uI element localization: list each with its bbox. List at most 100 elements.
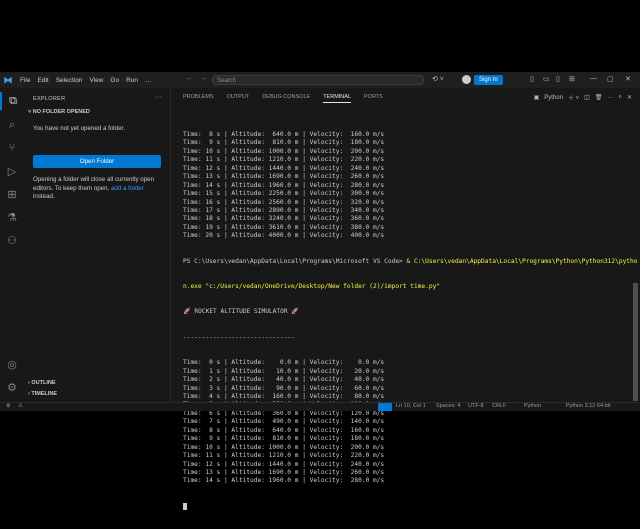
open-folder-button[interactable]: Open Folder xyxy=(33,155,161,168)
accounts-icon[interactable]: ◎ xyxy=(0,355,24,373)
menu-selection[interactable]: Selection xyxy=(56,77,83,84)
terminal-shell-label[interactable]: Python xyxy=(544,95,563,101)
menu-run[interactable]: Run xyxy=(126,77,138,84)
panel-more-icon[interactable]: ··· xyxy=(607,95,613,101)
terminal-command-line: PS C:\Users\vedan\AppData\Local\Programs… xyxy=(183,258,637,266)
more-actions-icon[interactable]: ··· xyxy=(155,94,162,101)
explorer-sidebar: EXPLORER ··· ˅ NO FOLDER OPENED You have… xyxy=(24,88,171,402)
terminal-line: Time: 13 s | Altitude: 1690.0 m | Veloci… xyxy=(183,173,385,181)
run-debug-icon[interactable]: ▷ xyxy=(0,162,24,180)
command-center-search[interactable]: Search xyxy=(212,75,424,85)
outline-section-header[interactable]: › OUTLINE xyxy=(28,380,56,386)
extensions-icon[interactable]: ⊞ xyxy=(0,185,24,203)
customize-layout-icon[interactable]: ⊞ xyxy=(569,75,575,83)
terminal-line: Time: 14 s | Altitude: 1960.0 m | Veloci… xyxy=(183,477,385,485)
add-folder-link[interactable]: add a folder xyxy=(111,185,144,192)
terminal-line: Time: 3 s | Altitude: 90.0 m | Velocity:… xyxy=(183,384,385,392)
close-icon[interactable]: ✕ xyxy=(625,75,631,83)
copilot-icon[interactable]: ⟲ ˅ xyxy=(432,75,444,83)
testing-icon[interactable]: ⚗ xyxy=(0,208,24,226)
close-panel-icon[interactable]: ✕ xyxy=(627,94,632,101)
tab-ports[interactable]: PORTS xyxy=(364,94,383,103)
panel-tabs: PROBLEMS OUTPUT DEBUG CONSOLE TERMINAL P… xyxy=(183,94,383,103)
terminal-shell-icon: ▣ xyxy=(533,95,540,101)
kill-terminal-icon[interactable]: 🗑 xyxy=(595,94,603,101)
outline-label: OUTLINE xyxy=(31,380,56,386)
layout-panel-icon[interactable]: ▭ xyxy=(543,75,550,83)
terminal-line: Time: 17 s | Altitude: 2890.0 m | Veloci… xyxy=(183,206,385,214)
cursor-position[interactable]: Ln 10, Col 1 xyxy=(396,403,426,409)
terminal-line: Time: 11 s | Altitude: 1210.0 m | Veloci… xyxy=(183,452,385,460)
terminal-line: Time: 12 s | Altitude: 1440.0 m | Veloci… xyxy=(183,164,385,172)
title-bar: ⧓ File Edit Selection View Go Run … ← → … xyxy=(0,72,640,89)
terminal-line: Time: 12 s | Altitude: 1440.0 m | Veloci… xyxy=(183,460,385,468)
menu-edit[interactable]: Edit xyxy=(37,77,48,84)
python-icon[interactable]: ⚇ xyxy=(0,231,24,249)
line-ending[interactable]: CRLF xyxy=(492,403,506,409)
terminal-line: Time: 10 s | Altitude: 1000.0 m | Veloci… xyxy=(183,147,385,155)
tab-terminal[interactable]: TERMINAL xyxy=(323,94,351,103)
no-folder-section-header[interactable]: ˅ NO FOLDER OPENED xyxy=(28,109,90,115)
panel-actions: ▣ Python ＋ ˅ ◫ 🗑 ··· ˄ ✕ xyxy=(533,93,632,103)
terminal-line: Time: 1 s | Altitude: 10.0 m | Velocity:… xyxy=(183,367,385,375)
terminal-line: Time: 20 s | Altitude: 4000.0 m | Veloci… xyxy=(183,232,385,240)
terminal-line: Time: 15 s | Altitude: 2250.0 m | Veloci… xyxy=(183,190,385,198)
tab-problems[interactable]: PROBLEMS xyxy=(183,94,214,103)
terminal-output[interactable]: Time: 8 s | Altitude: 640.0 m | Velocity… xyxy=(183,114,637,529)
python-interpreter[interactable]: Python 3.12 64-bit xyxy=(566,403,611,409)
split-terminal-icon[interactable]: ◫ xyxy=(584,94,590,101)
terminal-line: Time: 7 s | Altitude: 490.0 m | Velocity… xyxy=(183,418,385,426)
account-icon[interactable] xyxy=(462,75,471,84)
menu-bar: File Edit Selection View Go Run … xyxy=(20,77,152,84)
sign-in-button[interactable]: Sign In xyxy=(474,75,503,85)
close-text-1: Opening a folder will close all currentl… xyxy=(33,176,155,183)
terminal-line: Time: 9 s | Altitude: 810.0 m | Velocity… xyxy=(183,435,385,443)
terminal-lines-previous: Time: 8 s | Altitude: 640.0 m | Velocity… xyxy=(183,131,633,241)
terminal-cursor-line xyxy=(183,502,633,512)
terminal-command-1: & C:\Users\vedan\AppData\Local\Programs\… xyxy=(406,257,638,265)
status-bar: ⊗ ⚠ Ln 10, Col 1 Spaces: 4 UTF-8 CRLF Py… xyxy=(0,402,640,411)
indentation[interactable]: Spaces: 4 xyxy=(436,403,460,409)
minimize-icon[interactable]: — xyxy=(590,75,597,82)
layout-secondary-icon[interactable]: ▯ xyxy=(556,75,560,83)
menu-go[interactable]: Go xyxy=(110,77,119,84)
no-folder-text: You have not yet opened a folder. xyxy=(33,125,125,132)
new-terminal-icon[interactable]: ＋ ˅ xyxy=(568,93,579,102)
warnings-icon[interactable]: ⚠ xyxy=(18,403,23,409)
terminal-line: Time: 16 s | Altitude: 2560.0 m | Veloci… xyxy=(183,198,385,206)
search-icon[interactable]: ⌕ xyxy=(0,116,24,134)
terminal-command-2: n.exe "c:/Users/vedan/OneDrive/Desktop/N… xyxy=(183,283,441,291)
back-arrow-icon[interactable]: ← xyxy=(186,75,193,82)
terminal-line: Time: 13 s | Altitude: 1690.0 m | Veloci… xyxy=(183,469,385,477)
terminal-line: Time: 19 s | Altitude: 3610.0 m | Veloci… xyxy=(183,223,385,231)
encoding[interactable]: UTF-8 xyxy=(468,403,484,409)
terminal-scrollbar[interactable] xyxy=(633,283,638,401)
close-text-3: instead. xyxy=(33,193,55,200)
tab-debug-console[interactable]: DEBUG CONSOLE xyxy=(262,94,310,103)
terminal-line: Time: 11 s | Altitude: 1210.0 m | Veloci… xyxy=(183,156,385,164)
terminal-line: Time: 4 s | Altitude: 160.0 m | Velocity… xyxy=(183,392,385,400)
timeline-section-header[interactable]: › TIMELINE xyxy=(28,391,57,397)
source-control-icon[interactable]: ⑂ xyxy=(0,139,24,157)
maximize-icon[interactable]: ▢ xyxy=(607,75,614,83)
tab-output[interactable]: OUTPUT xyxy=(227,94,250,103)
explorer-icon[interactable]: ⧉ xyxy=(0,92,24,110)
close-text-2: editors. To keep them open, xyxy=(33,184,111,192)
explorer-title: EXPLORER xyxy=(33,96,66,102)
menu-more[interactable]: … xyxy=(145,77,152,84)
terminal-cursor xyxy=(183,502,187,510)
menu-view[interactable]: View xyxy=(89,77,103,84)
remote-icon[interactable]: ⊗ xyxy=(6,403,11,409)
forward-arrow-icon[interactable]: → xyxy=(200,75,207,82)
layout-sidebar-icon[interactable]: ▯ xyxy=(530,75,534,83)
vscode-logo-icon: ⧓ xyxy=(3,74,13,85)
live-share-icon[interactable] xyxy=(378,403,392,411)
search-placeholder: Search xyxy=(217,78,237,84)
menu-file[interactable]: File xyxy=(20,77,30,84)
terminal-line: Time: 18 s | Altitude: 3240.0 m | Veloci… xyxy=(183,215,385,223)
maximize-panel-icon[interactable]: ˄ xyxy=(618,95,622,101)
terminal-line: Time: 8 s | Altitude: 640.0 m | Velocity… xyxy=(183,426,385,434)
terminal-line: Time: 10 s | Altitude: 1000.0 m | Veloci… xyxy=(183,443,385,451)
language-mode[interactable]: Python xyxy=(524,403,541,409)
manage-gear-icon[interactable]: ⚙ xyxy=(0,378,24,396)
